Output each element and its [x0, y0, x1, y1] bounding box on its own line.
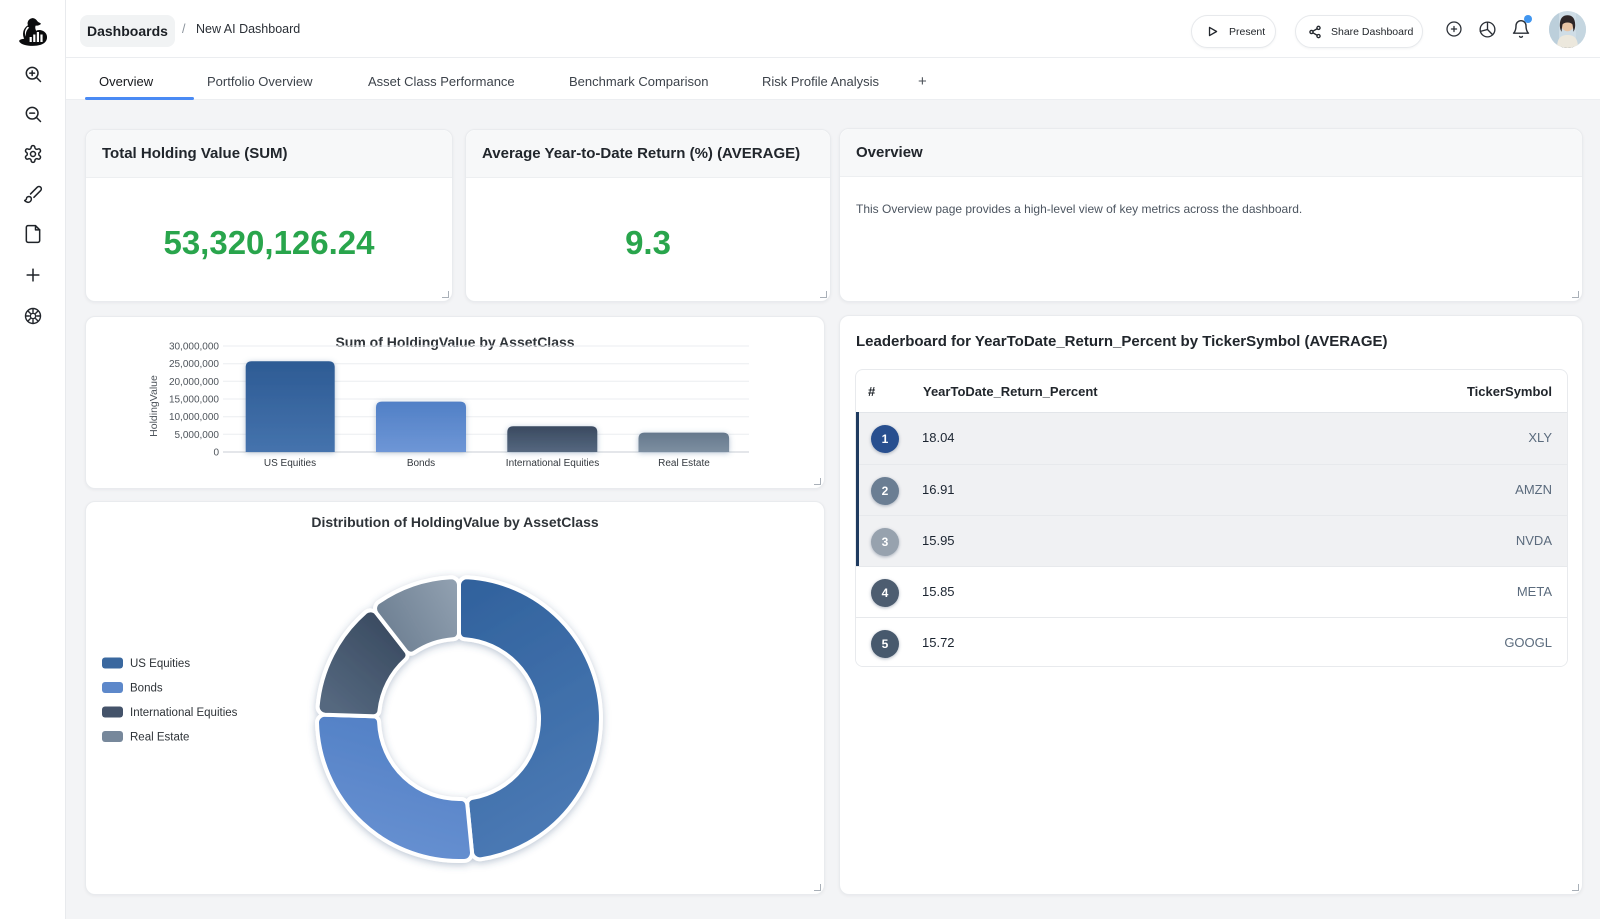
svg-text:International Equities: International Equities [506, 458, 599, 469]
svg-text:International Equities: International Equities [130, 707, 238, 719]
svg-text:HoldingValue: HoldingValue [148, 375, 160, 437]
svg-text:US Equities: US Equities [130, 658, 190, 670]
svg-text:Bonds: Bonds [407, 458, 435, 469]
svg-text:Real Estate: Real Estate [658, 458, 710, 469]
svg-text:15,000,000: 15,000,000 [169, 395, 219, 406]
svg-text:25,000,000: 25,000,000 [169, 359, 219, 370]
svg-text:Real Estate: Real Estate [130, 732, 189, 744]
svg-text:0: 0 [213, 448, 219, 459]
svg-text:30,000,000: 30,000,000 [169, 342, 219, 353]
svg-text:Bonds: Bonds [130, 683, 163, 695]
svg-text:10,000,000: 10,000,000 [169, 412, 219, 423]
svg-text:20,000,000: 20,000,000 [169, 377, 219, 388]
svg-text:US Equities: US Equities [264, 458, 316, 469]
svg-text:5,000,000: 5,000,000 [175, 430, 220, 441]
